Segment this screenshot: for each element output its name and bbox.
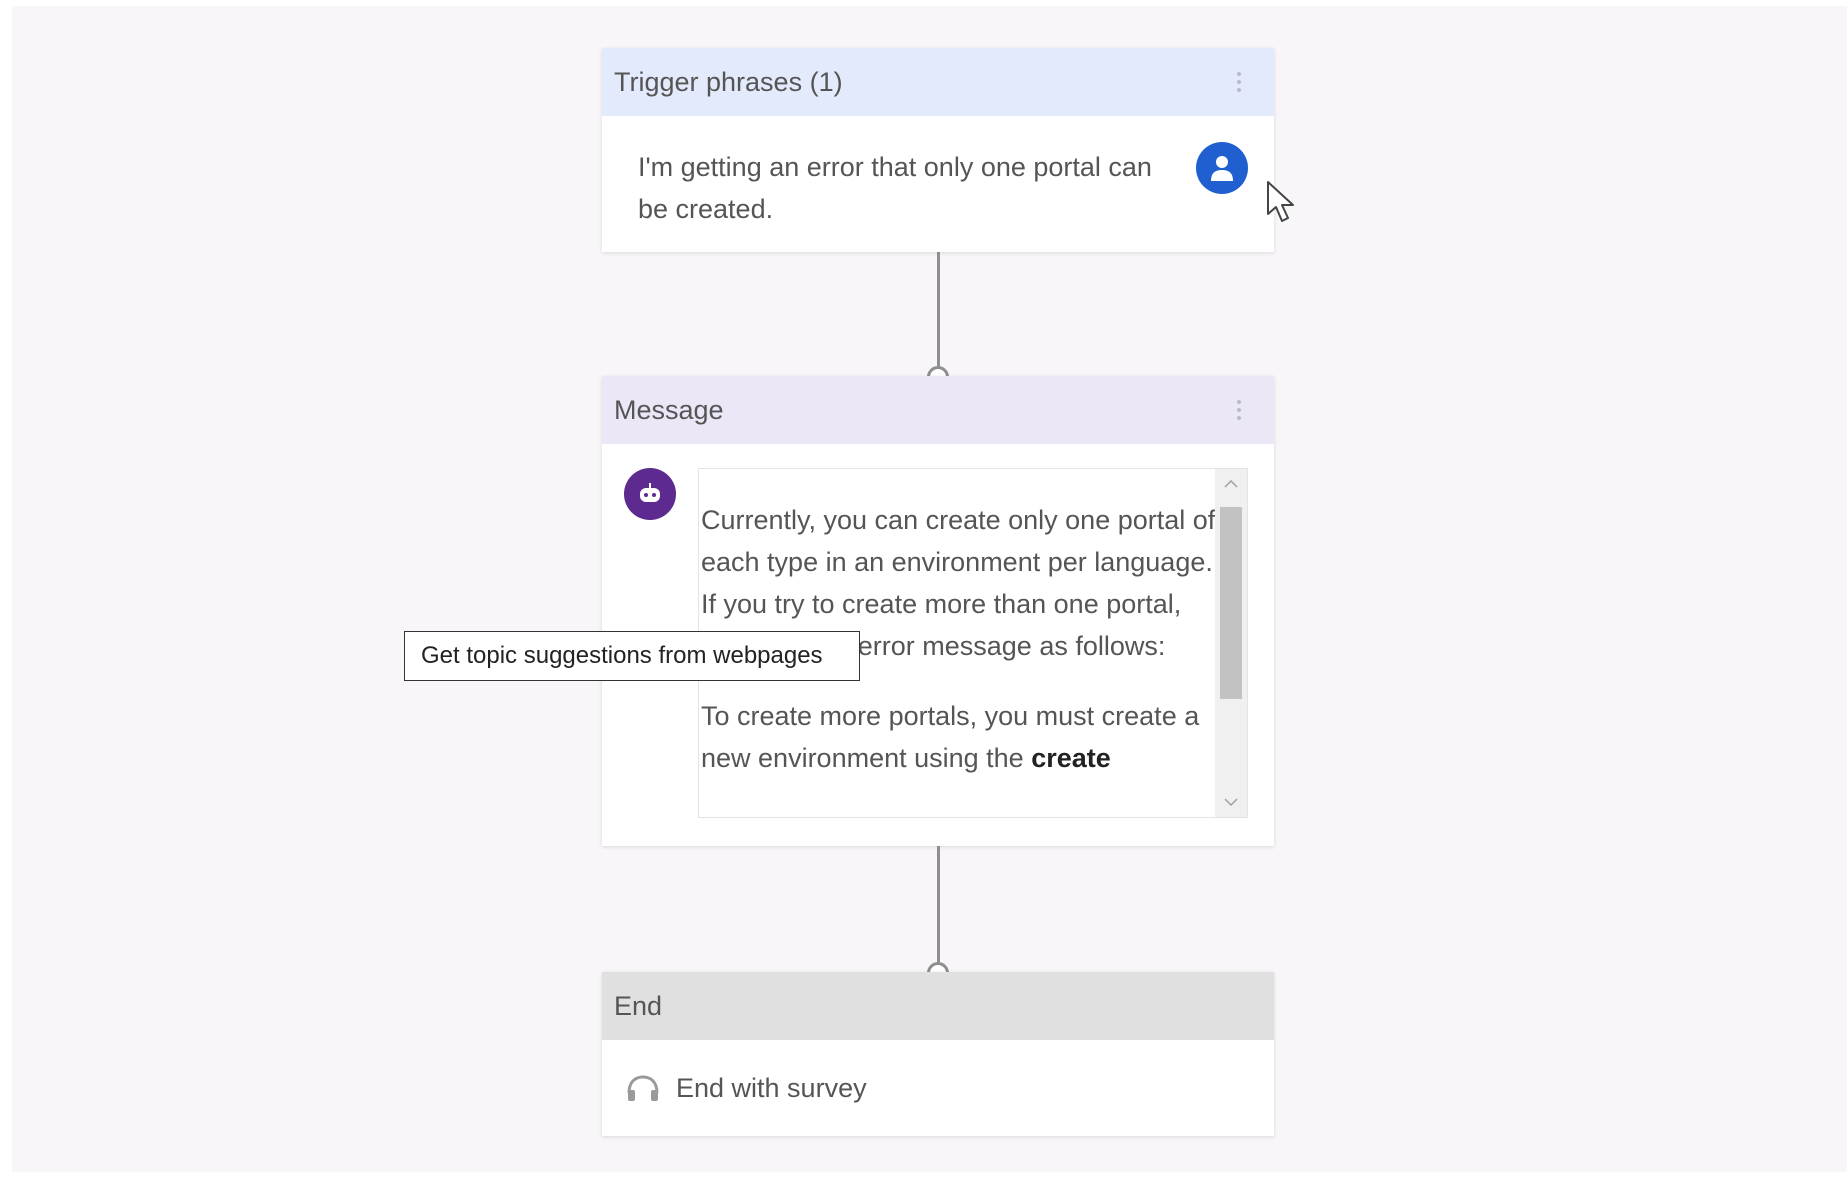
connector-line bbox=[937, 252, 940, 376]
mouse-cursor-icon bbox=[1267, 181, 1294, 222]
message-node-title: Message bbox=[614, 394, 724, 425]
trigger-phrase-text: I'm getting an error that only one porta… bbox=[638, 152, 1152, 224]
message-node-header: Message bbox=[602, 376, 1274, 444]
bold-text: create bbox=[1031, 743, 1111, 773]
end-node-body[interactable]: End with survey bbox=[602, 1040, 1274, 1136]
message-paragraph: To create more portals, you must create … bbox=[701, 701, 1200, 773]
scroll-down-icon[interactable] bbox=[1215, 787, 1247, 817]
bot-icon bbox=[624, 468, 676, 520]
trigger-phrases-node[interactable]: Trigger phrases (1) I'm getting an error… bbox=[602, 48, 1274, 252]
scroll-up-icon[interactable] bbox=[1215, 469, 1247, 499]
message-scrollbar[interactable] bbox=[1215, 469, 1247, 817]
end-action-label: End with survey bbox=[676, 1072, 867, 1103]
trigger-node-body: I'm getting an error that only one porta… bbox=[602, 116, 1274, 252]
connector-line bbox=[937, 846, 940, 972]
survey-icon bbox=[627, 1075, 659, 1101]
user-icon bbox=[1196, 142, 1248, 194]
more-options-icon[interactable] bbox=[1234, 72, 1244, 92]
tooltip-text: Get topic suggestions from webpages bbox=[421, 642, 823, 669]
more-options-icon[interactable] bbox=[1234, 400, 1244, 420]
trigger-node-title: Trigger phrases (1) bbox=[614, 66, 843, 97]
end-node-title: End bbox=[614, 990, 663, 1021]
end-node[interactable]: End End with survey bbox=[602, 972, 1274, 1136]
tooltip: Get topic suggestions from webpages bbox=[404, 631, 860, 681]
scroll-thumb[interactable] bbox=[1220, 507, 1242, 699]
trigger-node-header: Trigger phrases (1) bbox=[602, 48, 1274, 116]
message-node[interactable]: Message Currently, you can create only o… bbox=[602, 376, 1274, 846]
end-node-header: End bbox=[602, 972, 1274, 1040]
